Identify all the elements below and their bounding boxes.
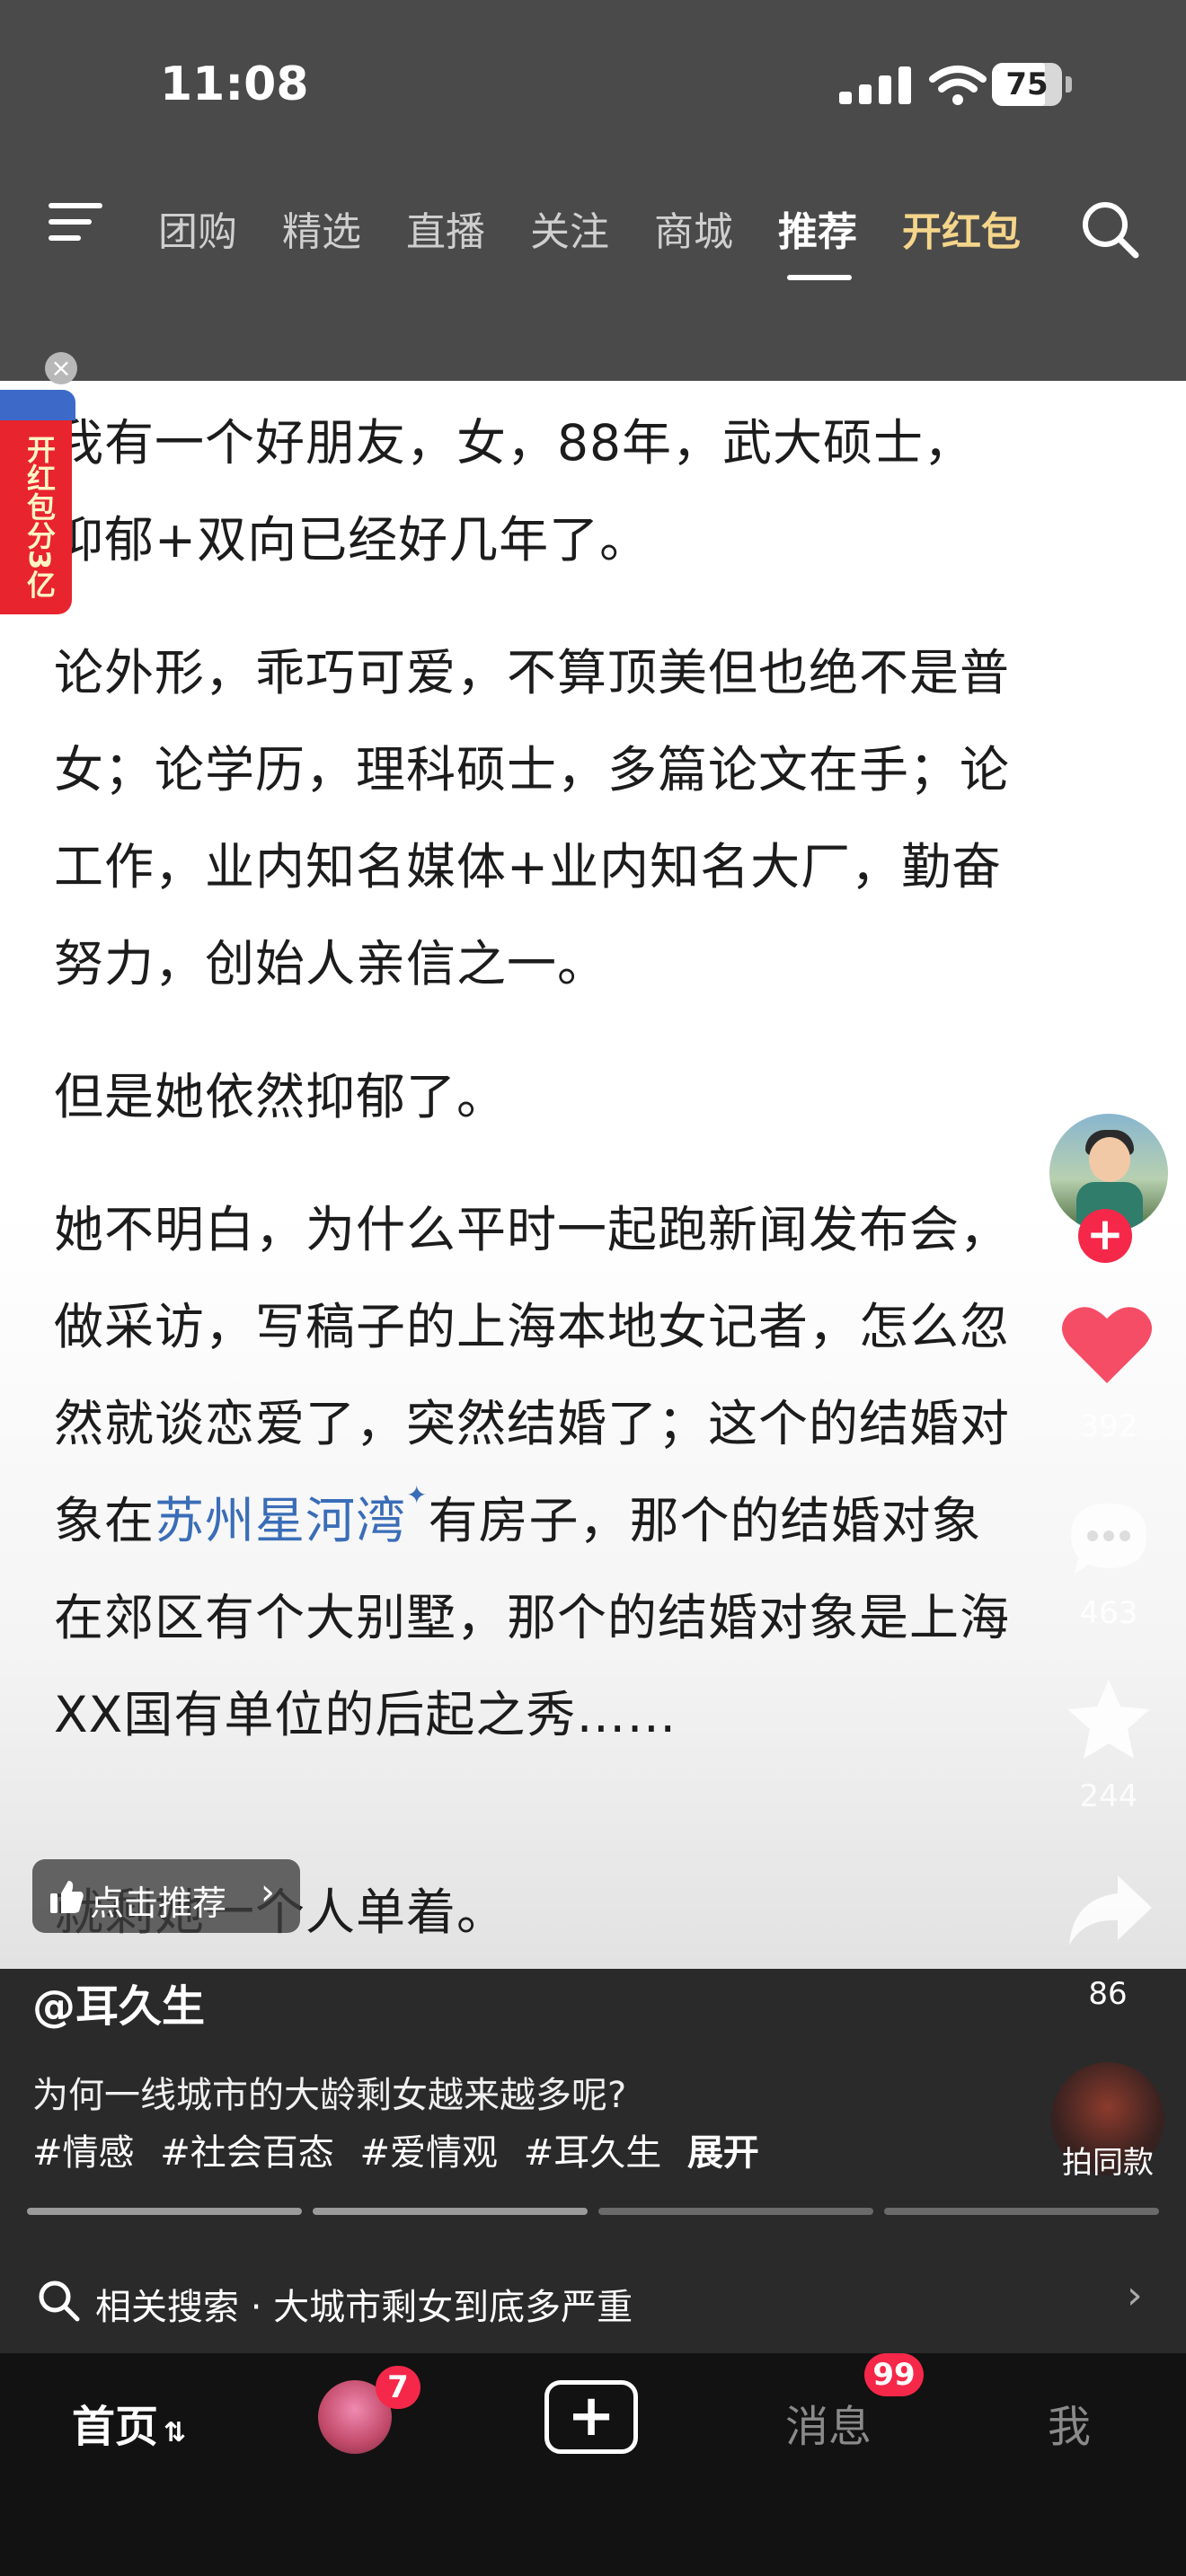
article-line: 做采访，写稿子的上海本地女记者，怎么忽 (54, 1298, 1011, 1355)
like-count: 392 (1079, 1408, 1138, 1444)
thumbs-up-icon (50, 1881, 84, 1913)
article-line: 论外形，乖巧可爱，不算顶美但也绝不是普 (54, 644, 1011, 701)
chevron-right-icon: › (261, 1872, 275, 1913)
heart-icon[interactable] (1060, 1301, 1154, 1387)
post-description: 为何一线城市的大龄剩女越来越多呢? (32, 2075, 627, 2116)
messages-badge: 99 (864, 2353, 924, 2396)
image-progress-segment (884, 2208, 1159, 2215)
article-line: 工作，业内知名媒体+业内知名大厂，勤奋 (54, 838, 1003, 895)
related-search-bar[interactable]: 相关搜索 · 大城市剩女到底多严重 › (0, 2253, 1186, 2351)
menu-icon[interactable] (49, 199, 102, 244)
image-progress-segment (313, 2208, 588, 2215)
follow-button[interactable]: + (1078, 1209, 1132, 1263)
recommend-button[interactable]: 点击推荐 › (32, 1859, 300, 1933)
favorite-count: 244 (1079, 1778, 1138, 1814)
chevron-right-icon: › (1127, 2272, 1143, 2318)
close-icon[interactable]: × (45, 352, 77, 384)
search-icon[interactable] (1078, 198, 1141, 260)
article-line: 我有一个好朋友，女，88年，武大硕士， (54, 414, 974, 472)
tab-home[interactable]: 首页 ⇅ (72, 2391, 186, 2454)
recommend-label: 点击推荐 (90, 1883, 227, 1923)
spark-icon: ✦ (406, 1480, 429, 1510)
battery-level: 75 (1005, 66, 1049, 102)
author-name[interactable]: @耳久生 (32, 1971, 205, 2033)
share-icon[interactable] (1066, 1872, 1154, 1949)
same-style-label[interactable]: 拍同款 (1049, 2138, 1166, 2182)
article-line: 象在苏州星河湾✦有房子，那个的结婚对象 (54, 1480, 982, 1549)
hashtag[interactable]: #情感 (32, 2132, 135, 2174)
article-line: 抑郁+双向已经好几年了。 (54, 511, 651, 569)
red-packet-widget[interactable]: 开红包分3亿 (0, 390, 77, 634)
image-progress-segment (27, 2208, 302, 2215)
hashtag[interactable]: #耳久生 (524, 2132, 662, 2174)
star-icon[interactable] (1064, 1676, 1154, 1762)
red-packet-text: 开红包分3亿 (22, 435, 57, 599)
signal-icon (839, 66, 911, 104)
article-image[interactable]: 我有一个好朋友，女，88年，武大硕士， 抑郁+双向已经好几年了。 论外形，乖巧可… (0, 381, 1186, 1969)
article-line: 她不明白，为什么平时一起跑新闻发布会， (54, 1201, 1011, 1258)
wifi-icon (929, 66, 987, 105)
image-progress-segment (598, 2208, 873, 2215)
post-tags: #情感 #社会百态 #爱情观 #耳久生 展开 (32, 2123, 774, 2175)
article-line: 但是她依然抑郁了。 (54, 1068, 508, 1125)
expand-button[interactable]: 展开 (687, 2132, 759, 2174)
article-line: 在郊区有个大别墅，那个的结婚对象是上海 (54, 1589, 1011, 1646)
article-line: 女；论学历，理科硕士，多篇论文在手；论 (54, 741, 1011, 798)
hashtag[interactable]: #爱情观 (359, 2132, 498, 2174)
tab-shangcheng[interactable]: 商城 (654, 199, 733, 257)
share-count: 86 (1088, 1976, 1128, 2012)
related-search-query: 大城市剩女到底多严重 (273, 2287, 633, 2328)
active-tab-indicator (787, 275, 852, 280)
hashtag[interactable]: #社会百态 (160, 2132, 334, 2174)
comment-icon[interactable] (1066, 1498, 1152, 1579)
tab-jingxuan[interactable]: 精选 (282, 199, 361, 257)
article-line: 然就谈恋爱了，突然结婚了；这个的结婚对 (54, 1395, 1011, 1452)
article-line: XX国有单位的后起之秀…… (54, 1686, 677, 1743)
friends-badge: 7 (376, 2366, 420, 2409)
tab-tuangou[interactable]: 团购 (158, 199, 237, 257)
battery-icon: 75 (992, 63, 1082, 108)
status-time: 11:08 (160, 57, 309, 111)
tab-kaihongbao[interactable]: 开红包 (902, 199, 1021, 257)
search-icon (39, 2280, 80, 2322)
tab-me[interactable]: 我 (1048, 2391, 1091, 2454)
comment-count: 463 (1079, 1595, 1138, 1631)
article-line: 努力，创始人亲信之一。 (54, 935, 608, 992)
plus-icon: + (567, 2383, 615, 2449)
tab-guanzhu[interactable]: 关注 (530, 199, 609, 257)
swap-icon: ⇅ (164, 2417, 187, 2448)
add-post-button[interactable]: + (544, 2380, 638, 2454)
related-search-prefix: 相关搜索 (95, 2287, 239, 2328)
tab-zhibo[interactable]: 直播 (406, 199, 485, 257)
tab-messages[interactable]: 消息 (785, 2391, 872, 2454)
tab-tuijian[interactable]: 推荐 (778, 199, 857, 257)
location-link[interactable]: 苏州星河湾 (155, 1492, 406, 1549)
status-icons: 75 (839, 63, 1082, 113)
